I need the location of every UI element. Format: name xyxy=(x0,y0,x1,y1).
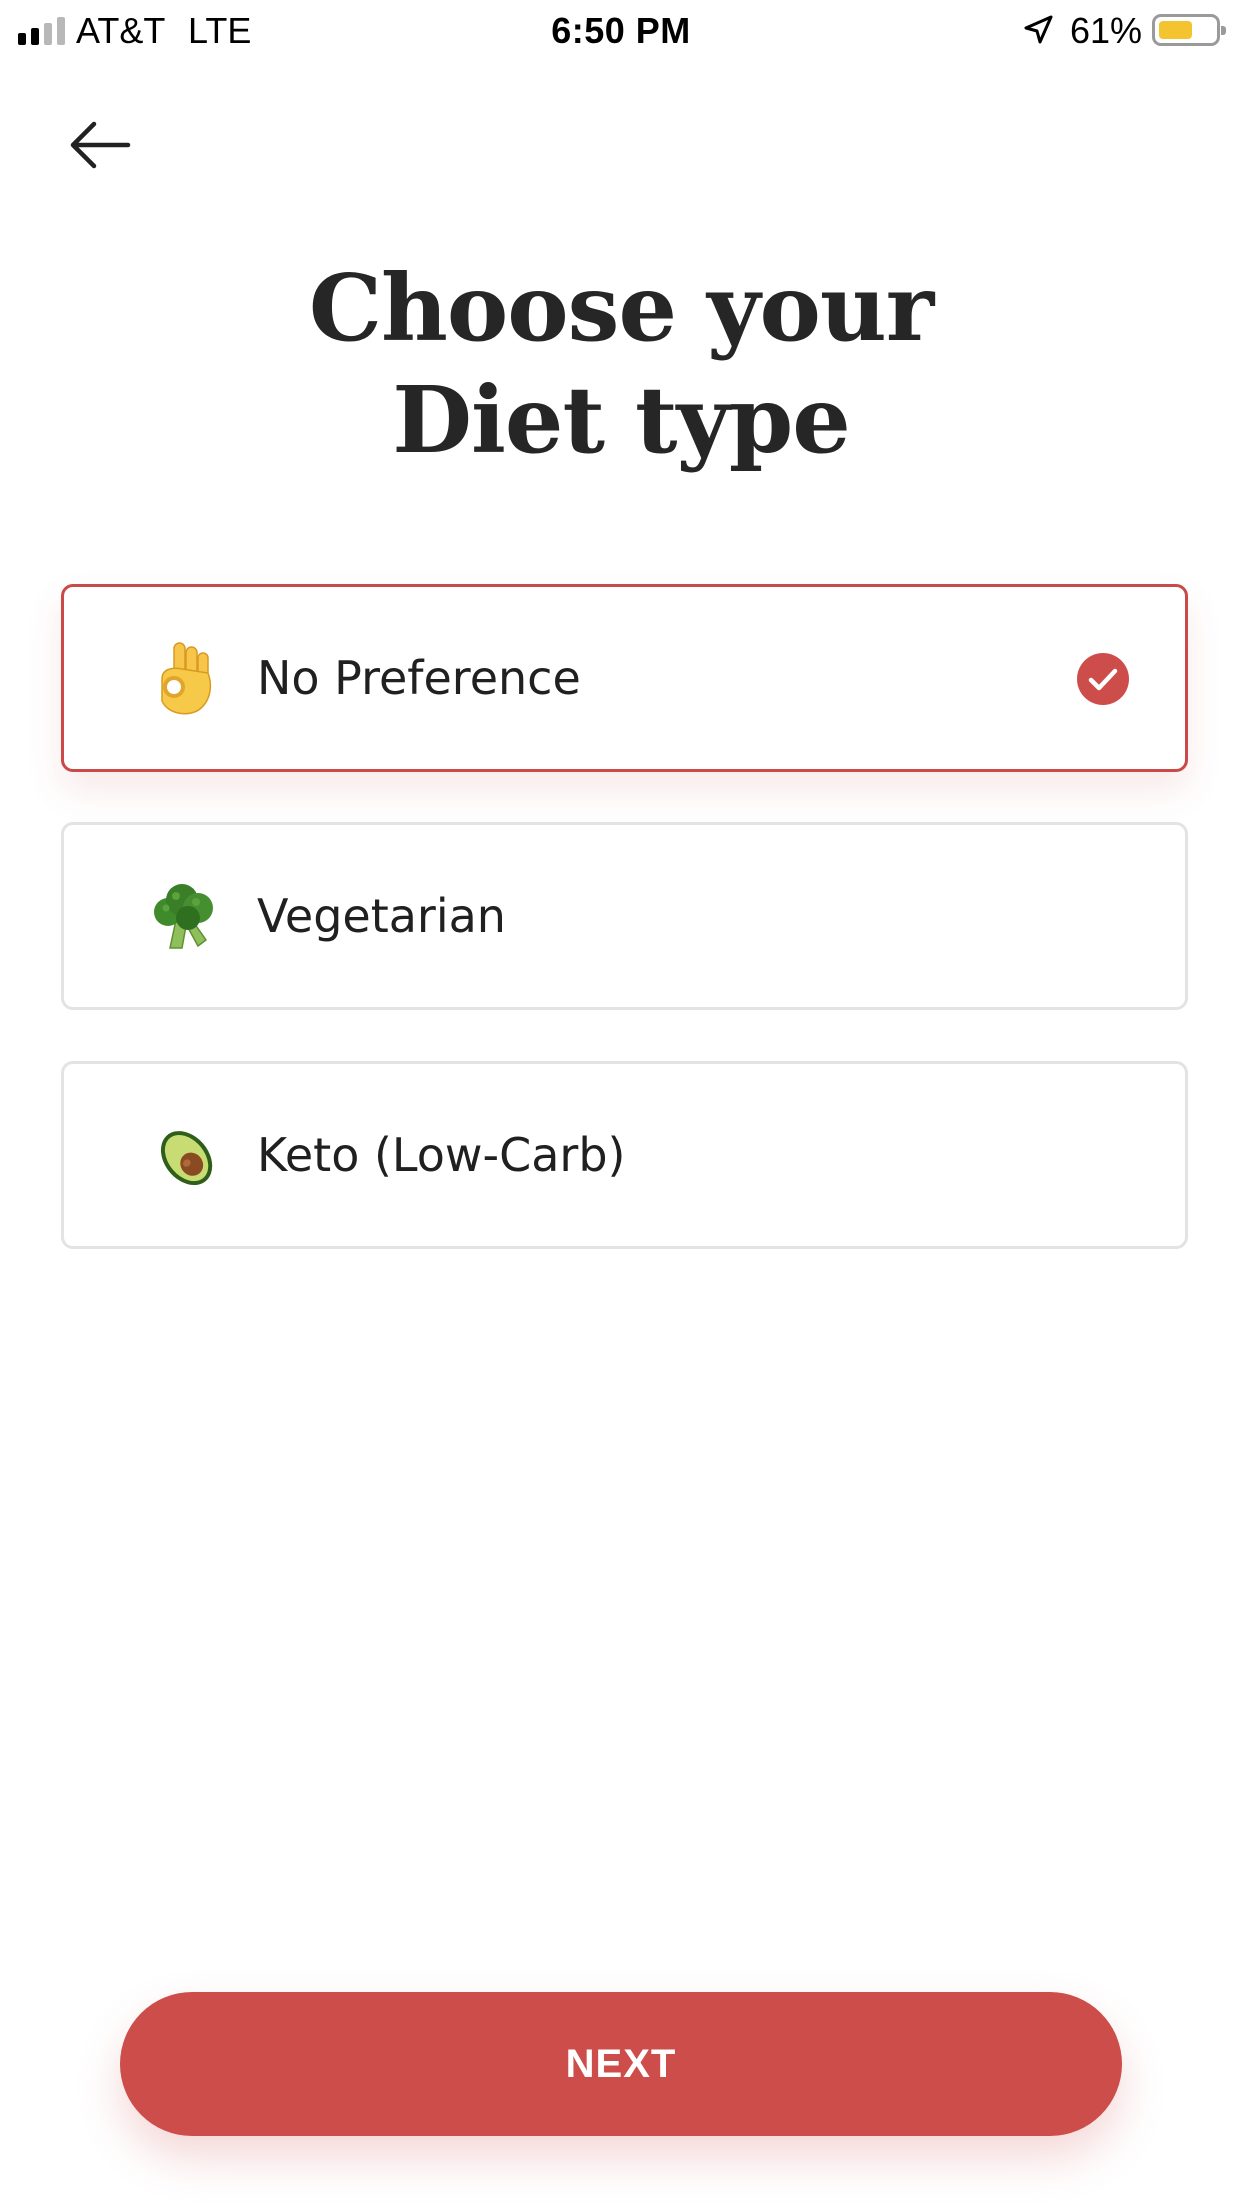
checkmark-circle-icon xyxy=(1077,653,1129,705)
next-button[interactable]: NEXT xyxy=(120,1992,1122,2136)
battery-level xyxy=(1159,21,1192,39)
page-title-line-2: Diet type xyxy=(392,366,851,474)
back-arrow-icon[interactable] xyxy=(68,118,132,172)
option-vegetarian[interactable]: Vegetarian xyxy=(61,822,1188,1010)
diet-type-screen: AT&T LTE 6:50 PM 61% Choose your Diet ty… xyxy=(0,0,1242,2208)
option-no-preference[interactable]: No Preference xyxy=(61,584,1188,772)
battery-icon xyxy=(1152,14,1226,46)
option-label: Keto (Low-Carb) xyxy=(257,1128,626,1182)
battery-percent: 61% xyxy=(1070,10,1143,51)
status-bar: AT&T LTE 6:50 PM 61% xyxy=(0,0,1242,62)
avocado-emoji-icon xyxy=(134,1064,234,1246)
location-arrow-icon xyxy=(1024,15,1053,44)
ok-hand-emoji-icon xyxy=(134,587,234,769)
option-label: Vegetarian xyxy=(257,889,506,943)
page-title-line-1: Choose your xyxy=(308,254,934,362)
option-label: No Preference xyxy=(257,651,581,705)
broccoli-emoji-icon xyxy=(134,825,234,1007)
status-time: 6:50 PM xyxy=(551,10,691,51)
page-title: Choose your Diet type xyxy=(0,252,1242,476)
option-keto[interactable]: Keto (Low-Carb) xyxy=(61,1061,1188,1249)
